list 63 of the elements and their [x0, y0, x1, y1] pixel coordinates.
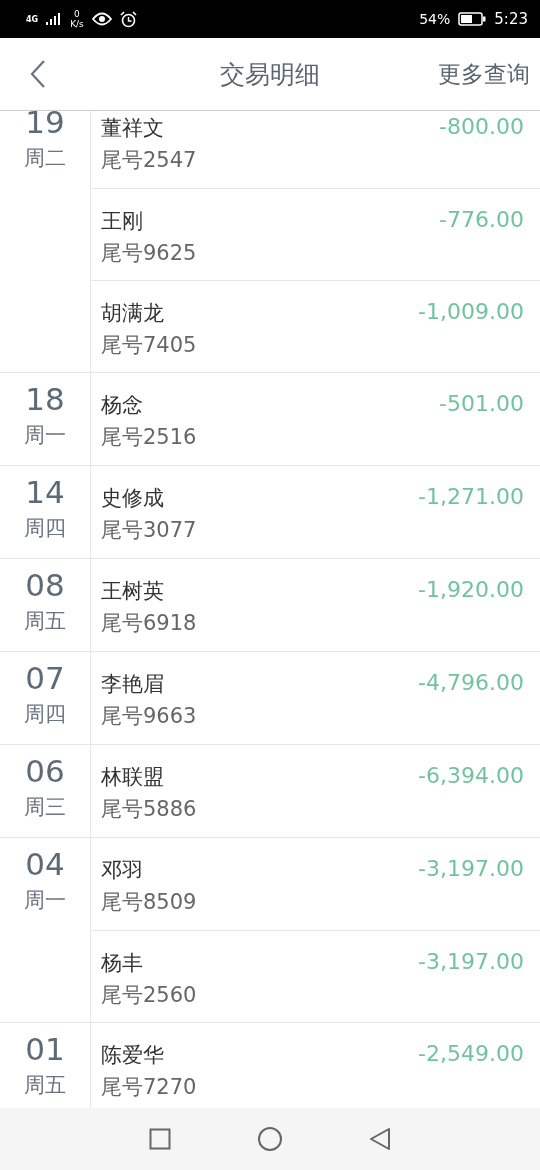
recent-apps-icon[interactable] — [149, 1128, 171, 1150]
card-tail-number: 尾号7270 — [101, 1074, 197, 1101]
day-number: 14 — [25, 474, 65, 510]
payee-name: 王树英 — [101, 578, 165, 605]
signal-icon — [46, 13, 63, 25]
payee-name: 李艳眉 — [101, 671, 165, 698]
network-type: 4G — [26, 14, 39, 24]
transaction-amount: -2,549.00 — [418, 1040, 524, 1068]
battery-percent: 54% — [419, 11, 451, 27]
clock-time: 5:23 — [494, 10, 528, 28]
day-number: 04 — [25, 846, 65, 882]
card-tail-number: 尾号6918 — [101, 610, 197, 637]
transaction-amount: -1,920.00 — [418, 576, 524, 604]
transaction-amount: -1,271.00 — [418, 483, 524, 511]
weekday: 周四 — [24, 515, 66, 542]
weekday: 周四 — [24, 701, 66, 728]
weekday: 周三 — [24, 794, 66, 821]
weekday: 周五 — [24, 1072, 66, 1099]
transaction-amount: -3,197.00 — [418, 948, 524, 976]
transaction-amount: -6,394.00 — [418, 762, 524, 790]
payee-name: 林联盟 — [101, 764, 165, 791]
weekday: 周五 — [24, 608, 66, 635]
payee-name: 王刚 — [101, 208, 144, 235]
speed-unit: K/s — [70, 19, 84, 29]
payee-name: 邓羽 — [101, 857, 144, 884]
page-title: 交易明细 — [220, 58, 320, 91]
payee-name: 胡满龙 — [101, 300, 165, 327]
more-query-link[interactable]: 更多查询 — [438, 58, 530, 90]
card-tail-number: 尾号8509 — [101, 889, 197, 916]
card-tail-number: 尾号9625 — [101, 240, 197, 267]
day-number: 01 — [25, 1031, 65, 1067]
payee-name: 杨念 — [101, 392, 144, 419]
day-number: 08 — [25, 567, 65, 603]
payee-name: 史修成 — [101, 485, 165, 512]
weekday: 周一 — [24, 887, 66, 914]
transaction-amount: -4,796.00 — [418, 669, 524, 697]
weekday: 周一 — [24, 422, 66, 449]
speed-value: 0 — [74, 9, 80, 19]
day-number: 06 — [25, 753, 65, 789]
card-tail-number: 尾号2547 — [101, 147, 197, 174]
weekday: 周二 — [24, 145, 66, 172]
battery-icon — [458, 12, 487, 26]
transaction-amount: -3,197.00 — [418, 855, 524, 883]
payee-name: 董祥文 — [101, 115, 165, 142]
card-tail-number: 尾号5886 — [101, 796, 197, 823]
day-number: 07 — [25, 660, 65, 696]
card-tail-number: 尾号3077 — [101, 517, 197, 544]
home-icon[interactable] — [257, 1126, 283, 1152]
card-tail-number: 尾号2516 — [101, 424, 197, 451]
payee-name: 杨丰 — [101, 950, 144, 977]
transaction-amount: -501.00 — [439, 390, 524, 418]
card-tail-number: 尾号2560 — [101, 982, 197, 1009]
alarm-icon — [119, 10, 137, 28]
card-tail-number: 尾号7405 — [101, 332, 197, 359]
card-tail-number: 尾号9663 — [101, 703, 197, 730]
back-icon[interactable] — [30, 59, 46, 89]
payee-name: 陈爱华 — [101, 1042, 165, 1069]
transaction-amount: -1,009.00 — [418, 298, 524, 326]
back-nav-icon[interactable] — [369, 1127, 391, 1151]
transaction-amount: -800.00 — [439, 113, 524, 141]
transaction-amount: -776.00 — [439, 206, 524, 234]
eye-icon — [91, 12, 112, 26]
day-number: 18 — [25, 381, 65, 417]
